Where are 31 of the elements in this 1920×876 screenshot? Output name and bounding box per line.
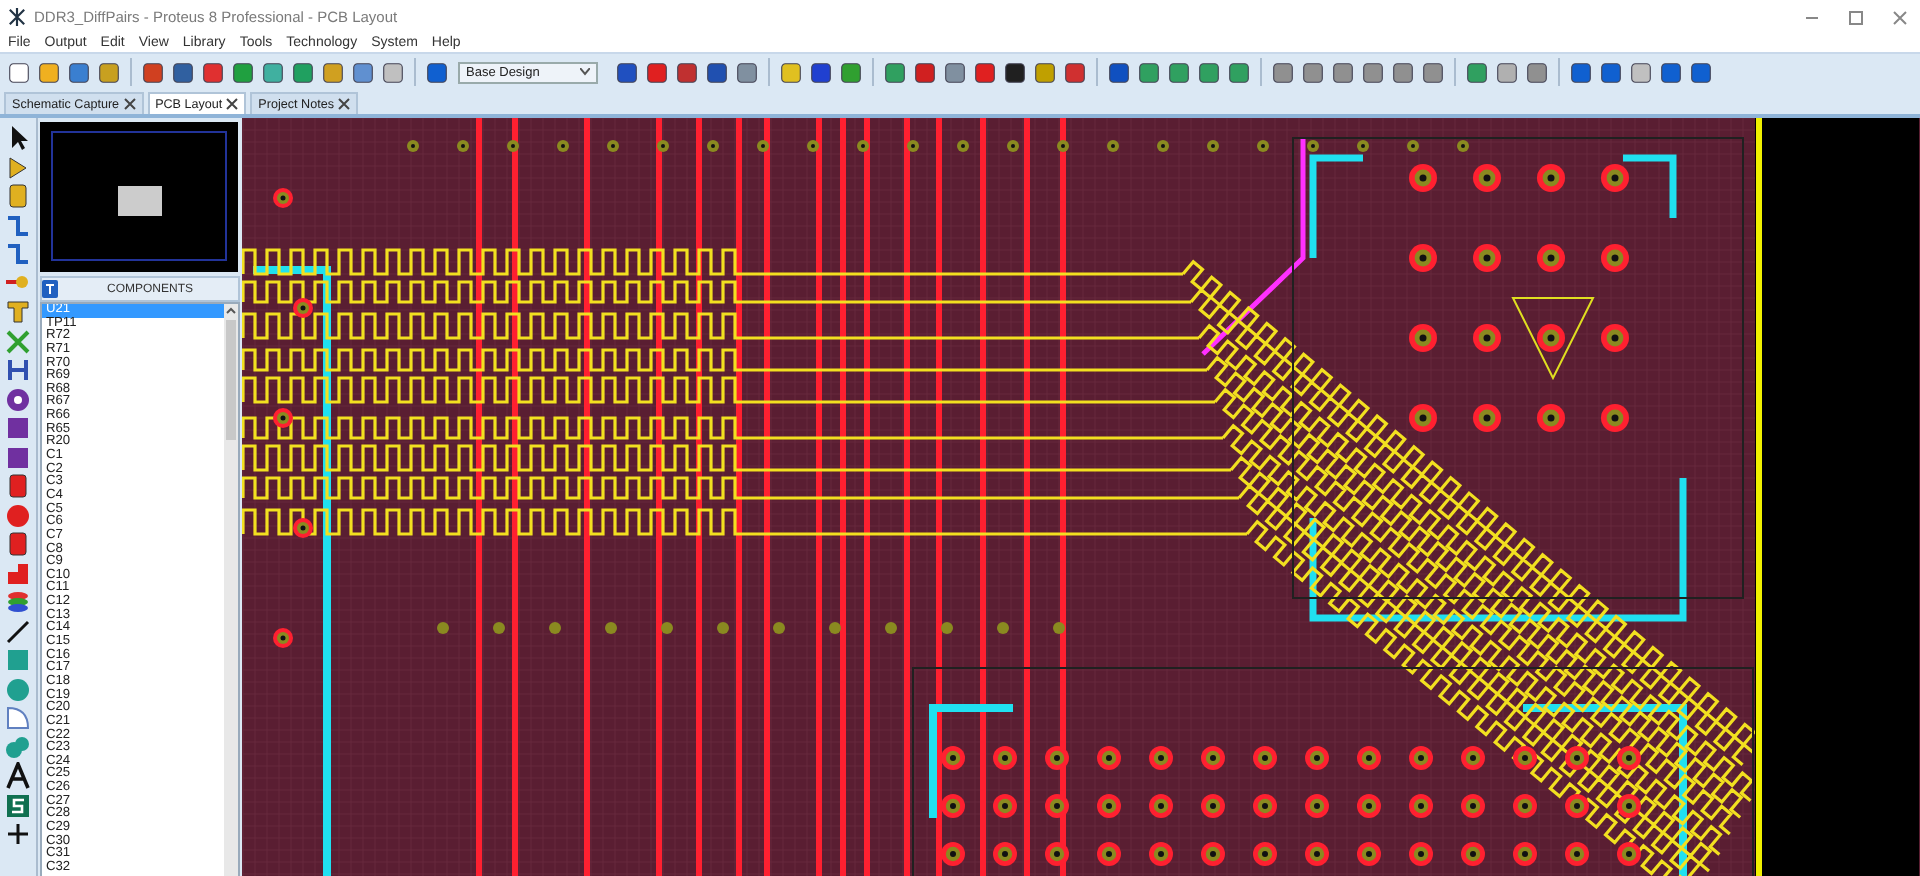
package-icon[interactable] bbox=[4, 182, 32, 210]
maximize-icon[interactable] bbox=[1848, 9, 1864, 25]
round-pad-icon[interactable] bbox=[4, 385, 32, 413]
route-icon[interactable] bbox=[4, 240, 32, 268]
arc-icon[interactable] bbox=[4, 704, 32, 732]
close-icon[interactable] bbox=[1892, 9, 1908, 25]
pcb-layout-drawing[interactable] bbox=[242, 118, 1920, 876]
circle-icon[interactable] bbox=[4, 675, 32, 703]
smt-pad-icon[interactable] bbox=[4, 530, 32, 558]
line-icon[interactable] bbox=[4, 617, 32, 645]
text-icon[interactable] bbox=[4, 762, 32, 790]
app-logo-icon bbox=[8, 8, 26, 26]
circle-pad-icon[interactable] bbox=[4, 501, 32, 529]
marker-icon[interactable] bbox=[4, 820, 32, 848]
board-overview[interactable] bbox=[40, 122, 238, 272]
scroll-up-icon[interactable] bbox=[224, 304, 238, 318]
connector-icon[interactable] bbox=[4, 356, 32, 384]
close-tab-icon[interactable] bbox=[123, 98, 136, 110]
square-pad-icon[interactable] bbox=[4, 414, 32, 442]
close-tab-icon[interactable] bbox=[226, 98, 239, 110]
zone-icon[interactable] bbox=[4, 298, 32, 326]
pick-device-icon[interactable] bbox=[42, 280, 58, 298]
polygon-pad-icon[interactable] bbox=[4, 559, 32, 587]
ratsnest-icon[interactable] bbox=[4, 327, 32, 355]
padstack-icon[interactable] bbox=[4, 588, 32, 616]
symbol-icon[interactable] bbox=[4, 791, 32, 819]
dil-pad-icon[interactable] bbox=[4, 443, 32, 471]
close-tab-icon[interactable] bbox=[337, 98, 350, 110]
track-icon[interactable] bbox=[4, 211, 32, 239]
dropdown-caret-icon[interactable] bbox=[580, 68, 590, 76]
edge-pad-icon[interactable] bbox=[4, 472, 32, 500]
